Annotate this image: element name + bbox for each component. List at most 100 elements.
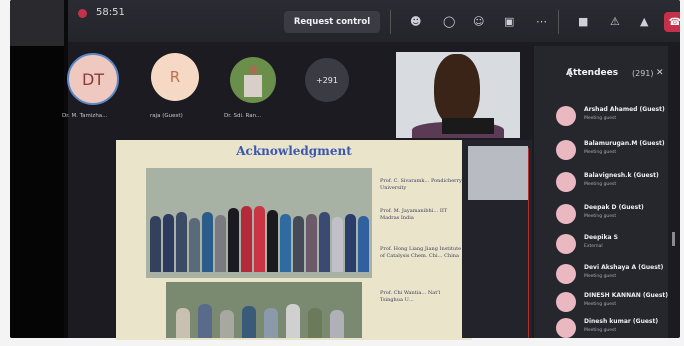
participant-avatar[interactable]: DT	[67, 53, 119, 105]
attendee-name: Deepika S	[584, 234, 618, 241]
attendee-role: Meeting guest	[584, 182, 617, 187]
participant-initials: R	[169, 68, 181, 86]
attendee-name: DINESH KANNAN (Guest)	[584, 292, 669, 299]
attendee-item[interactable]: Arshad Ahamed (Guest) Meeting guest	[534, 104, 668, 134]
recording-icon	[78, 9, 87, 18]
attendee-name: Devi Akshaya A (Guest)	[584, 264, 664, 271]
person-figure	[308, 308, 322, 338]
close-icon[interactable]: ✕	[656, 68, 664, 78]
participant-avatar[interactable]	[230, 57, 276, 103]
attendees-panel: Attendees (291) Arshad Ahamed (Guest) Me…	[534, 46, 668, 338]
people-icon[interactable]: ☻	[410, 15, 421, 28]
slide-title: Acknowledgment	[236, 144, 352, 158]
screen-share-border	[528, 148, 529, 338]
avatar-photo-body	[244, 75, 262, 97]
attendee-role: Meeting guest	[584, 116, 617, 121]
share-icon[interactable]: ▣	[504, 15, 514, 28]
person-figure	[163, 214, 174, 272]
person-figure	[254, 206, 265, 272]
attendee-name: Arshad Ahamed (Guest)	[584, 106, 665, 113]
more-participants-count[interactable]: +291	[305, 58, 349, 102]
person-figure	[198, 304, 212, 338]
attendee-role: Meeting guest	[584, 328, 617, 333]
attendee-avatar	[556, 140, 576, 160]
attendee-role: External	[584, 244, 603, 249]
attendee-role: Meeting guest	[584, 214, 617, 219]
attendee-avatar	[556, 292, 576, 312]
person-figure	[202, 212, 213, 272]
camera-icon[interactable]: ■	[578, 15, 588, 28]
person-figure	[189, 218, 200, 272]
attendee-avatar	[556, 318, 576, 338]
attendee-avatar	[556, 264, 576, 284]
attendee-name: Dinesh kumar (Guest)	[584, 318, 659, 325]
attendee-item[interactable]: Devi Akshaya A (Guest) Meeting guest	[534, 262, 668, 292]
slide-credit: Prof. C. Sivaramk… Pondicherry Universit…	[380, 178, 462, 191]
attendee-avatar	[556, 172, 576, 192]
attendee-item[interactable]: Dinesh kumar (Guest) Meeting guest	[534, 316, 668, 346]
attendees-title: Attendees	[566, 68, 619, 78]
speaker-laptop	[442, 118, 494, 134]
person-figure	[330, 310, 344, 338]
person-figure	[228, 208, 239, 272]
panel-scrollbar[interactable]	[672, 232, 675, 246]
attendee-name: Balavignesh.k (Guest)	[584, 172, 659, 179]
request-control-button[interactable]: Request control	[284, 11, 380, 33]
participant-count: +291	[316, 75, 338, 85]
attendee-role: Meeting guest	[584, 274, 617, 279]
self-view-placeholder	[468, 146, 528, 200]
attendee-role: Meeting guest	[584, 150, 617, 155]
slide-credit: Prof. Chi Wantia… Nat'l Tsinghua U…	[380, 290, 441, 303]
speaker-video[interactable]	[396, 52, 520, 138]
participant-name: raja (Guest)	[150, 113, 183, 119]
person-figure	[267, 210, 278, 272]
more-icon[interactable]: ⋯	[536, 15, 547, 28]
left-bezel-top	[10, 0, 64, 46]
attendee-avatar	[556, 204, 576, 224]
person-figure	[241, 206, 252, 272]
person-figure	[345, 214, 356, 272]
person-figure	[358, 216, 369, 272]
toolbar-divider	[390, 10, 391, 34]
person-figure	[286, 304, 300, 338]
slide-credit: Prof. M. Jayamanibhi… IIT Madras India	[380, 208, 448, 221]
share-tray-icon[interactable]: ▲	[640, 15, 648, 28]
speaker-face	[434, 54, 480, 126]
person-figure	[215, 215, 226, 272]
meeting-toolbar: 58:51 Request control ☻ ◯ ☺ ▣ ⋯ ■ ⚠ ▲ ☎	[68, 0, 680, 42]
attendee-name: Balamurugan.M (Guest)	[584, 140, 665, 147]
attendees-count: (291)	[632, 69, 654, 78]
attendee-item[interactable]: Balavignesh.k (Guest) Meeting guest	[534, 170, 668, 200]
person-figure	[220, 310, 234, 338]
person-figure	[306, 214, 317, 272]
meeting-timer: 58:51	[96, 7, 125, 18]
attendee-item[interactable]: Deepak D (Guest) Meeting guest	[534, 202, 668, 232]
toolbar-divider	[558, 10, 559, 34]
person-figure	[176, 308, 190, 338]
person-figure	[280, 214, 291, 272]
left-bezel	[10, 46, 64, 338]
participant-name: Dr. Sdi. Ran...	[224, 113, 262, 119]
shared-slide: Acknowledgment Prof. C. Sivaramk… Pondic…	[116, 140, 472, 340]
person-figure	[150, 216, 161, 272]
attendee-name: Deepak D (Guest)	[584, 204, 644, 211]
participant-avatar[interactable]: R	[151, 53, 199, 101]
reactions-icon[interactable]: ☺	[473, 15, 484, 28]
person-figure	[176, 212, 187, 272]
participant-name: Dr. M. Tamizha...	[62, 113, 108, 119]
attendee-avatar	[556, 106, 576, 126]
back-chevron-icon[interactable]: ❮	[566, 68, 574, 78]
participant-initials: DT	[81, 69, 105, 89]
attendee-item[interactable]: Deepika S External	[534, 232, 668, 262]
slide-credit: Prof. Hong Liang Jiang Institute of Cata…	[380, 246, 462, 259]
person-figure	[293, 216, 304, 272]
avatar-photo-head	[249, 65, 258, 75]
group-photo	[146, 168, 372, 278]
mic-off-icon[interactable]: ⚠	[610, 15, 620, 28]
chat-icon[interactable]: ◯	[443, 15, 455, 28]
person-figure	[264, 308, 278, 338]
monitor-edge	[64, 0, 68, 338]
leave-icon[interactable]: ☎	[664, 12, 680, 32]
lab-photo	[166, 282, 362, 338]
attendee-item[interactable]: Balamurugan.M (Guest) Meeting guest	[534, 138, 668, 168]
